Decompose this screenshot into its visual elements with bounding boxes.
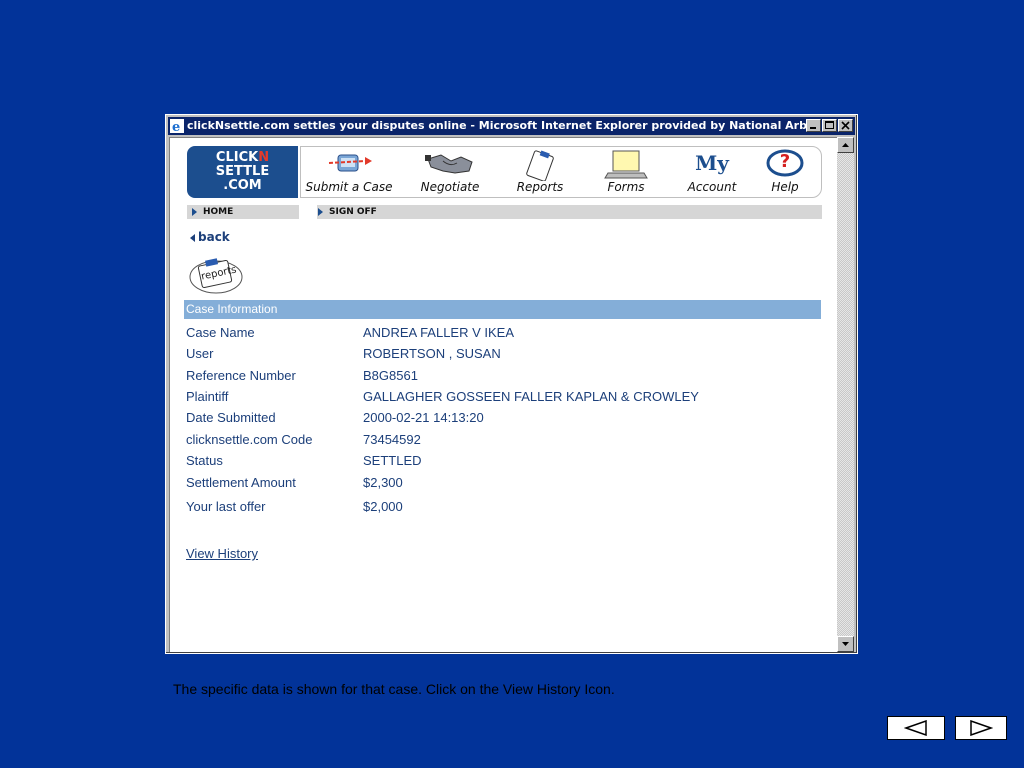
scroll-up-button[interactable]: [837, 137, 854, 153]
section-title: Case Information: [184, 300, 821, 319]
clicknsettle-logo[interactable]: CLICKN SETTLE .COM: [187, 146, 298, 198]
view-history-link[interactable]: View History: [186, 546, 258, 561]
home-link[interactable]: HOME: [187, 205, 233, 219]
ie-icon: e: [170, 119, 184, 135]
field-label: Settlement Amount: [186, 475, 296, 490]
nav-negotiate[interactable]: Negotiate: [407, 147, 493, 197]
field-value: B8G8561: [363, 368, 418, 383]
field-value: 2000-02-21 14:13:20: [363, 410, 484, 425]
field-label: Date Submitted: [186, 410, 276, 425]
field-label: clicknsettle.com Code: [186, 432, 313, 447]
triangle-right-icon: [192, 207, 197, 216]
field-label: Status: [186, 453, 223, 468]
previous-slide-button[interactable]: [887, 716, 945, 740]
main-nav: Submit a Case Negotiate Reports Forms My…: [300, 146, 822, 198]
sign-off-label: SIGN OFF: [329, 207, 377, 217]
nav-label: Reports: [516, 180, 564, 194]
arrow-left-icon: [904, 720, 927, 736]
window-controls: [805, 119, 853, 133]
my-account-icon: My: [695, 151, 729, 175]
nav-submit-case[interactable]: Submit a Case: [303, 147, 395, 197]
field-label: Plaintiff: [186, 389, 229, 404]
logo-text-com: .COM: [223, 178, 262, 193]
next-slide-button[interactable]: [955, 716, 1007, 740]
window-title: clickNsettle.com settles your disputes o…: [187, 119, 820, 132]
nav-forms[interactable]: Forms: [583, 147, 669, 197]
field-label: Reference Number: [186, 368, 296, 383]
triangle-left-icon: [190, 233, 195, 242]
nav-help[interactable]: ? Help: [749, 147, 821, 197]
field-label: Your last offer: [186, 499, 266, 514]
logo-text-n: N: [258, 150, 270, 165]
vertical-scrollbar[interactable]: [837, 137, 854, 652]
logo-text-settle: SETTLE: [215, 164, 270, 179]
browser-window: e clickNsettle.com settles your disputes…: [165, 114, 858, 654]
minimize-button[interactable]: [806, 119, 821, 132]
sign-off-link[interactable]: SIGN OFF: [313, 205, 377, 219]
field-value: ANDREA FALLER V IKEA: [363, 325, 515, 340]
home-label: HOME: [203, 207, 234, 217]
field-value: ROBERTSON , SUSAN: [363, 346, 501, 361]
submit-case-icon: [325, 149, 373, 184]
field-value: $2,000: [363, 499, 403, 514]
nav-label: Account: [687, 180, 737, 194]
close-button[interactable]: [838, 119, 853, 132]
nav-label: Help: [771, 180, 799, 194]
nav-label: Submit a Case: [305, 180, 393, 194]
triangle-right-icon: [318, 207, 323, 216]
field-value: 73454592: [363, 432, 421, 447]
arrow-right-icon: [970, 720, 993, 736]
field-label: Case Name: [186, 325, 255, 340]
nav-my-account[interactable]: My Account: [669, 147, 755, 197]
field-value: SETTLED: [363, 453, 422, 468]
slide-caption: The specific data is shown for that case…: [173, 681, 615, 697]
field-value: $2,300: [363, 475, 403, 490]
sub-nav: HOME SIGN OFF: [187, 205, 822, 219]
maximize-button[interactable]: [822, 119, 837, 132]
back-label: back: [198, 230, 230, 244]
scroll-down-button[interactable]: [837, 636, 854, 652]
page-content: CLICKN SETTLE .COM Submit a Case Negotia…: [169, 137, 837, 652]
nav-reports[interactable]: Reports: [497, 147, 583, 197]
nav-label: Forms: [607, 180, 645, 194]
svg-text:e: e: [172, 120, 180, 133]
field-value: GALLAGHER GOSSEEN FALLER KAPLAN & CROWLE…: [363, 389, 699, 404]
field-label: User: [186, 346, 214, 361]
reports-icon: reports: [188, 255, 244, 300]
logo-text-click: CLICK: [215, 150, 259, 165]
back-link[interactable]: back: [190, 230, 230, 244]
help-icon: ?: [766, 149, 804, 182]
nav-label: Negotiate: [420, 180, 480, 194]
help-icon-glyph: ?: [779, 151, 791, 172]
title-bar: e clickNsettle.com settles your disputes…: [168, 117, 855, 135]
handshake-icon: [425, 149, 475, 184]
